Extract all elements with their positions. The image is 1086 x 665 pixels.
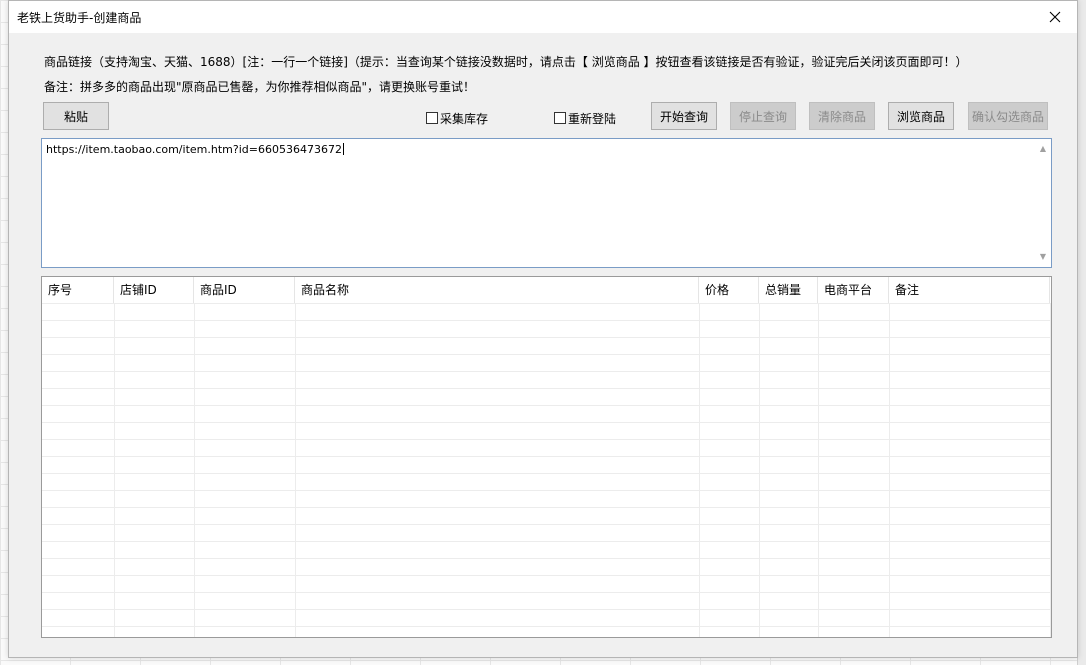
url-text: https://item.taobao.com/item.htm?id=6605… [46,143,344,156]
browse-items-button[interactable]: 浏览商品 [888,102,954,130]
column-divider [1050,303,1051,637]
column-header-platform[interactable]: 电商平台 [818,277,889,303]
text-caret [342,143,344,155]
link-instructions: 商品链接（支持淘宝、天猫、1688）[注：一行一个链接]（提示：当查询某个链接没… [44,55,968,69]
pdd-remark: 备注：拼多多的商品出现"原商品已售罄，为你推荐相似商品"，请更换账号重试！ [44,80,476,94]
create-product-dialog: 老铁上货助手-创建商品 商品链接（支持淘宝、天猫、1688）[注：一行一个链接]… [8,0,1078,658]
results-table[interactable]: 序号 店铺ID 商品ID 商品名称 价格 总销量 电商平台 备注 [41,276,1052,638]
url-textarea[interactable]: https://item.taobao.com/item.htm?id=6605… [41,138,1052,268]
window-title: 老铁上货助手-创建商品 [17,11,142,25]
column-header-index[interactable]: 序号 [42,277,114,303]
column-header-product-name[interactable]: 商品名称 [295,277,699,303]
relogin-checkbox-box[interactable] [554,112,566,124]
background-scroll-strip [1077,0,1086,665]
scroll-down-arrow-icon[interactable]: ▼ [1038,253,1048,261]
column-header-shop-id[interactable]: 店铺ID [114,277,194,303]
column-header-product-id[interactable]: 商品ID [194,277,295,303]
title-bar: 老铁上货助手-创建商品 [9,1,1077,33]
table-body [42,303,1051,637]
table-header: 序号 店铺ID 商品ID 商品名称 价格 总销量 电商平台 备注 [42,277,1051,303]
relogin-label: 重新登陆 [568,111,617,126]
column-divider [194,303,195,637]
relogin-checkbox[interactable]: 重新登陆 [554,109,616,127]
collect-stock-label: 采集库存 [440,111,489,126]
stop-query-button[interactable]: 停止查询 [730,102,796,130]
column-header-price[interactable]: 价格 [699,277,759,303]
paste-button[interactable]: 粘贴 [43,102,109,130]
close-icon [1049,11,1061,23]
scroll-up-arrow-icon[interactable]: ▲ [1038,145,1048,153]
collect-stock-checkbox[interactable]: 采集库存 [426,109,488,127]
column-divider [699,303,700,637]
close-button[interactable] [1033,1,1077,33]
column-header-remark[interactable]: 备注 [889,277,1050,303]
column-divider [818,303,819,637]
url-value: https://item.taobao.com/item.htm?id=6605… [46,143,342,156]
column-divider [889,303,890,637]
confirm-selected-button[interactable]: 确认勾选商品 [968,102,1048,130]
column-header-total-sales[interactable]: 总销量 [759,277,818,303]
start-query-button[interactable]: 开始查询 [651,102,717,130]
collect-stock-checkbox-box[interactable] [426,112,438,124]
column-divider [759,303,760,637]
column-divider [114,303,115,637]
column-divider [295,303,296,637]
clear-items-button[interactable]: 清除商品 [809,102,875,130]
